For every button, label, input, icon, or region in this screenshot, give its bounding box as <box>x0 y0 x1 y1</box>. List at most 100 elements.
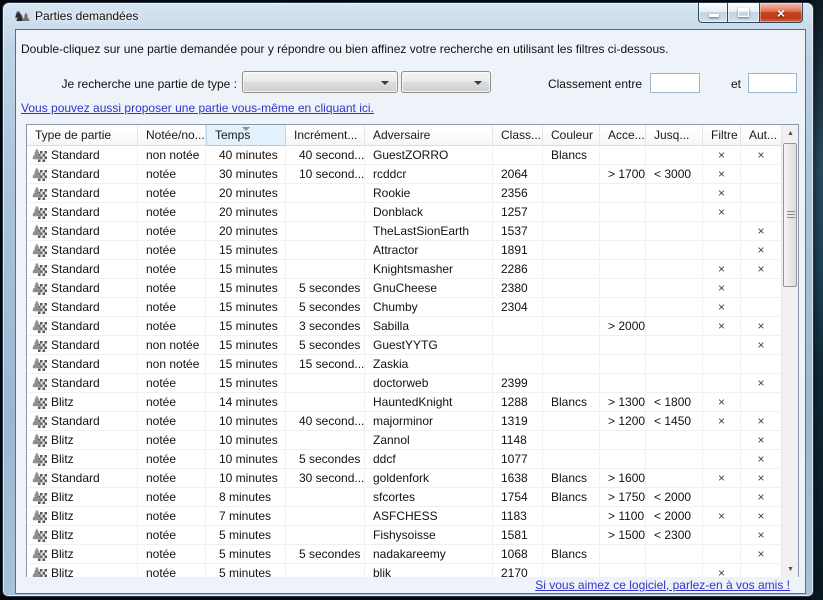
cell-text: 15 minutes <box>219 243 278 257</box>
cell-text: notée <box>146 376 176 390</box>
cell-rating: 2380 <box>493 279 543 297</box>
table-row[interactable]: ♟Standardnotée15 minutesdoctorweb2399× <box>27 374 783 393</box>
cell-rating: 1288 <box>493 393 543 411</box>
cell-accepts-above: > 2000 <box>600 317 646 335</box>
cell-text: 15 minutes <box>219 300 278 314</box>
cell-auto <box>741 203 782 221</box>
cell-text: < 2000 <box>654 509 691 523</box>
close-button[interactable]: × <box>759 3 803 23</box>
cell-time: 15 minutes <box>206 336 286 354</box>
cell-text: notée <box>146 300 176 314</box>
cell-text: 7 minutes <box>219 509 271 523</box>
column-header-up-to[interactable]: Jusq... <box>646 125 703 146</box>
table-row[interactable]: ♟Blitznotée10 minutesZannol1148× <box>27 431 783 450</box>
cell-text: × <box>718 281 725 295</box>
cell-text: × <box>718 395 725 409</box>
column-header-auto[interactable]: Aut... <box>741 125 782 146</box>
table-row[interactable]: ♟Standardnotée15 minutes3 secondesSabill… <box>27 317 783 336</box>
column-header-filter[interactable]: Filtre <box>703 125 741 146</box>
minimize-icon <box>709 14 719 17</box>
cell-accepts-above <box>600 241 646 259</box>
cell-color: Blancs <box>543 488 600 506</box>
chess-pawn-icon: ♟ <box>31 433 47 448</box>
cell-text: notée <box>146 167 176 181</box>
table-row[interactable]: ♟Standardnotée20 minutesRookie2356× <box>27 184 783 203</box>
table-row[interactable]: ♟Blitznotée8 minutessfcortes1754Blancs> … <box>27 488 783 507</box>
cell-type: ♟Blitz <box>27 431 138 449</box>
table-row[interactable]: ♟Standardnon notée15 minutes15 second...… <box>27 355 783 374</box>
table-row[interactable]: ♟Standardnotée20 minutesTheLastSionEarth… <box>27 222 783 241</box>
table-row[interactable]: ♟Standardnotée15 minutes5 secondesChumby… <box>27 298 783 317</box>
column-header-accepts-above[interactable]: Acce... <box>600 125 646 146</box>
cell-text: × <box>718 148 725 162</box>
cell-color <box>543 260 600 278</box>
column-header-time[interactable]: Temps <box>206 125 286 146</box>
table-row[interactable]: ♟Blitznotée5 minutesFishysoisse1581> 150… <box>27 526 783 545</box>
cell-text: Standard <box>51 222 100 240</box>
column-header-rated[interactable]: Notée/no... <box>138 125 206 146</box>
cell-rated: notée <box>138 431 206 449</box>
table-row[interactable]: ♟Blitznotée10 minutes5 secondesddcf1077× <box>27 450 783 469</box>
cell-accepts-above <box>600 146 646 164</box>
minimize-button[interactable] <box>698 3 728 23</box>
cell-text: Standard <box>51 241 100 259</box>
column-header-type[interactable]: Type de partie <box>27 125 138 146</box>
table-row[interactable]: ♟Standardnotée30 minutes10 second...rcdd… <box>27 165 783 184</box>
cell-type: ♟Blitz <box>27 545 138 563</box>
scroll-thumb[interactable] <box>783 143 797 287</box>
game-type-select[interactable] <box>242 71 398 93</box>
table-row[interactable]: ♟Standardnotée15 minutesKnightsmasher228… <box>27 260 783 279</box>
share-link[interactable]: Si vous aimez ce logiciel, parlez-en à v… <box>535 578 790 592</box>
column-header-color[interactable]: Couleur <box>543 125 600 146</box>
cell-rated: notée <box>138 260 206 278</box>
table-row[interactable]: ♟Standardnotée10 minutes40 second...majo… <box>27 412 783 431</box>
scroll-up-button[interactable]: ▲ <box>782 125 799 142</box>
cell-text: 20 minutes <box>219 224 278 238</box>
cell-filter: × <box>703 165 741 183</box>
cell-type: ♟Standard <box>27 412 138 430</box>
cell-color <box>543 165 600 183</box>
chess-pawn-icon: ♟ <box>31 395 47 410</box>
rating-min-input[interactable] <box>650 73 700 93</box>
cell-rating <box>493 146 543 164</box>
cell-type: ♟Standard <box>27 184 138 202</box>
table-row[interactable]: ♟Standardnotée10 minutes30 second...gold… <box>27 469 783 488</box>
title-bar[interactable]: ♞♟ Parties demandées × <box>3 3 813 29</box>
table-row[interactable]: ♟Blitznotée14 minutesHauntedKnight1288Bl… <box>27 393 783 412</box>
cell-type: ♟Blitz <box>27 488 138 506</box>
cell-rated: notée <box>138 412 206 430</box>
cell-type: ♟Blitz <box>27 507 138 525</box>
table-row[interactable]: ♟Blitznotée5 minutes5 secondesnadakareem… <box>27 545 783 564</box>
cell-text: Blitz <box>51 450 74 468</box>
cell-text: < 3000 <box>654 167 691 181</box>
cell-type: ♟Standard <box>27 279 138 297</box>
cell-rating <box>493 336 543 354</box>
column-header-adversary[interactable]: Adversaire <box>365 125 493 146</box>
game-subtype-select[interactable] <box>401 71 491 93</box>
column-header-rating[interactable]: Class... <box>493 125 543 146</box>
cell-text: × <box>718 167 725 181</box>
cell-text: 1319 <box>501 414 528 428</box>
table-row[interactable]: ♟Blitznotée7 minutesASFCHESS1183> 1100< … <box>27 507 783 526</box>
column-header-increment[interactable]: Incrément... <box>286 125 365 146</box>
propose-game-link[interactable]: Vous pouvez aussi proposer une partie vo… <box>21 101 374 115</box>
table-row[interactable]: ♟Standardnon notée15 minutes5 secondesGu… <box>27 336 783 355</box>
maximize-button[interactable] <box>728 3 759 23</box>
cell-text: > 1100 <box>608 509 644 523</box>
cell-accepts-above: > 1750 <box>600 488 646 506</box>
table-row[interactable]: ♟Standardnon notée40 minutes40 second...… <box>27 146 783 165</box>
vertical-scrollbar[interactable]: ▲ ▼ <box>781 125 798 578</box>
scroll-down-button[interactable]: ▼ <box>782 561 799 578</box>
table-row[interactable]: ♟Standardnotée15 minutes5 secondesGnuChe… <box>27 279 783 298</box>
cell-accepts-above <box>600 336 646 354</box>
table-row[interactable]: ♟Standardnotée15 minutesAttractor1891× <box>27 241 783 260</box>
chess-pawn-icon: ♟ <box>31 338 47 353</box>
cell-accepts-above <box>600 298 646 316</box>
cell-auto: × <box>741 526 782 544</box>
cell-text: nadakareemy <box>373 547 446 561</box>
table-row[interactable]: ♟Standardnotée20 minutesDonblack1257× <box>27 203 783 222</box>
status-bar: Si vous aimez ce logiciel, parlez-en à v… <box>16 577 805 593</box>
rating-max-input[interactable] <box>748 73 797 93</box>
cell-text: × <box>718 186 725 200</box>
cell-rated: non notée <box>138 146 206 164</box>
